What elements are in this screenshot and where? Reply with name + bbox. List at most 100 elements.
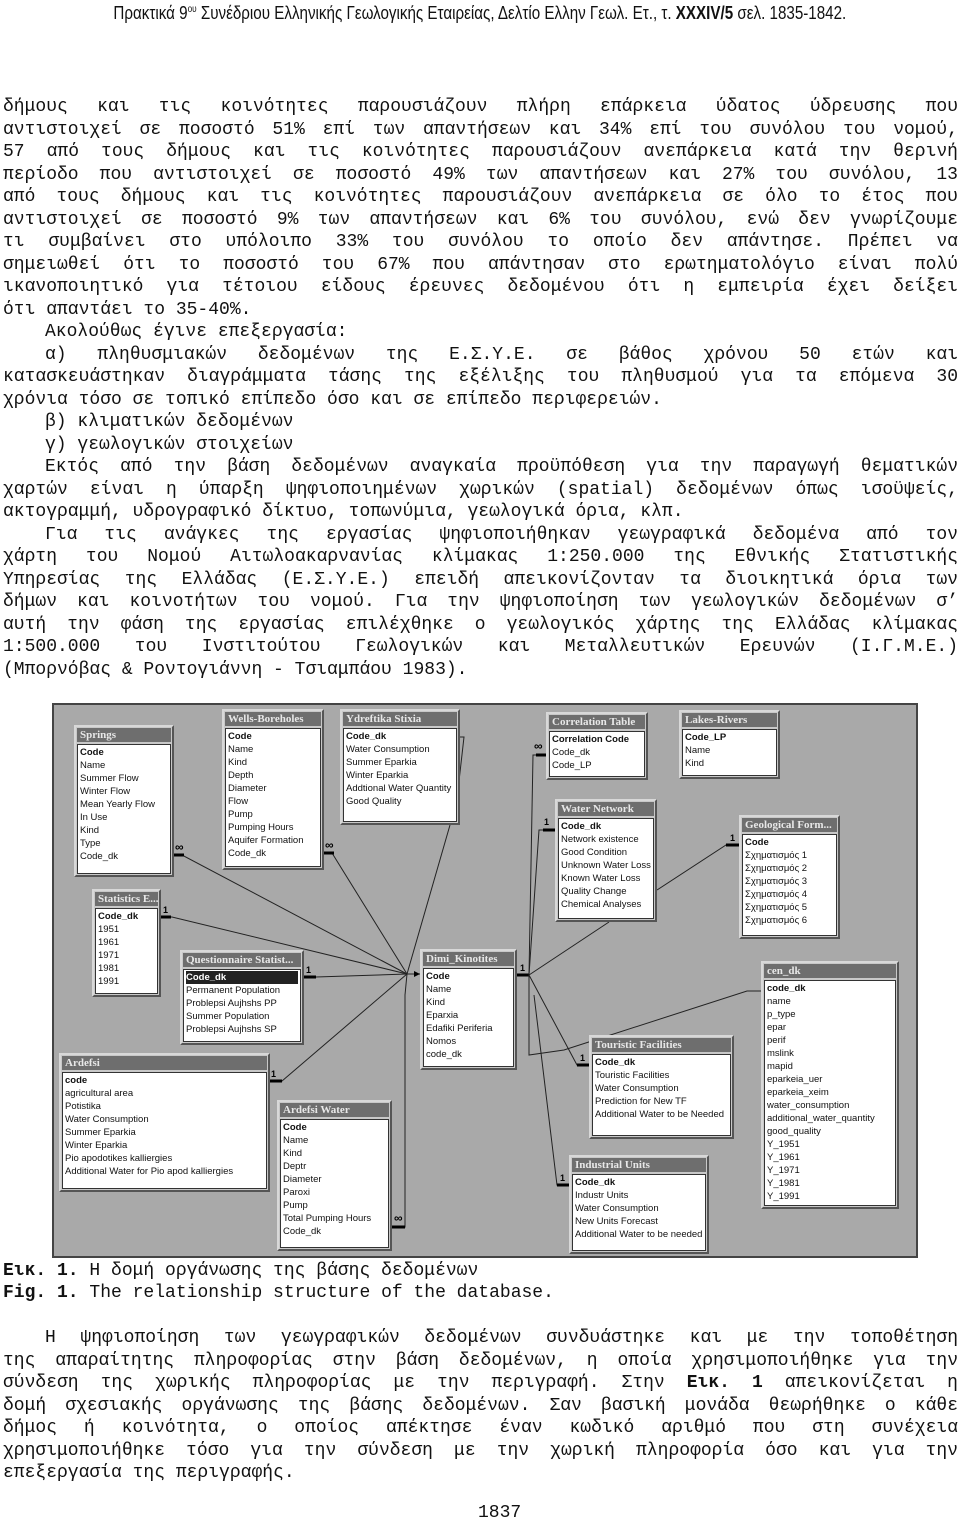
field[interactable]: Kind — [426, 996, 511, 1009]
field[interactable]: Nomos — [426, 1035, 511, 1048]
table-dimi-kinotites[interactable]: Dimi_Kinotites Code Name Kind Eparxia Edafiki… — [420, 949, 517, 1070]
table-statistics-e[interactable]: Statistics E... Code_dk 1951 1961 1971 1981 19… — [92, 889, 161, 997]
field[interactable]: Summer Eparkia — [346, 756, 454, 769]
field[interactable]: Network existence — [561, 833, 651, 846]
field[interactable]: Additional Water to be needed — [575, 1228, 703, 1241]
field[interactable]: Mean Yearly Flow — [80, 798, 168, 811]
field[interactable]: Good Condition — [561, 846, 651, 859]
primary-key-field[interactable]: Code — [283, 1121, 386, 1134]
table-springs[interactable]: Springs Code Name Summer Flow Winter Flow Mea… — [74, 725, 174, 877]
table-industrial-units[interactable]: Industrial Units Code_dk Industr Units Wate… — [569, 1155, 709, 1254]
field[interactable]: Name — [283, 1134, 386, 1147]
field[interactable]: Water Consumption — [65, 1113, 264, 1126]
table-title[interactable]: Geological Form... — [742, 818, 837, 832]
primary-key-field[interactable]: Code_dk — [346, 730, 454, 743]
primary-key-field[interactable]: Code_LP — [685, 731, 774, 744]
field[interactable]: Y_1961 — [767, 1151, 893, 1164]
table-ardefsi-water[interactable]: Ardefsi Water Code Name Kind Deptr Diameter Pa… — [277, 1100, 392, 1251]
field[interactable]: Potistika — [65, 1100, 264, 1113]
field[interactable]: Σχηματισμός 1 — [745, 849, 834, 862]
field[interactable]: Eparxia — [426, 1009, 511, 1022]
field[interactable]: Code_dk — [228, 847, 318, 860]
field[interactable]: Diameter — [228, 782, 318, 795]
field[interactable]: In Use — [80, 811, 168, 824]
primary-key-field[interactable]: code — [65, 1074, 264, 1087]
field[interactable]: Addtional Water Quantity — [346, 782, 454, 795]
field[interactable]: Summer Eparkia — [65, 1126, 264, 1139]
table-title[interactable]: Correlation Table — [549, 715, 645, 729]
primary-key-field[interactable]: Code — [426, 970, 511, 983]
primary-key-field[interactable]: Code_dk — [561, 820, 651, 833]
field[interactable]: water_consumption — [767, 1099, 893, 1112]
table-cen-dk[interactable]: cen_dk code_dk name p_type epar perif mslink ma… — [761, 961, 899, 1209]
field[interactable]: Kind — [80, 824, 168, 837]
table-title[interactable]: Statistics E... — [95, 892, 158, 906]
table-title[interactable]: Wells-Boreholes — [225, 712, 321, 726]
field[interactable]: Pio apodotikes kalliergies — [65, 1152, 264, 1165]
field[interactable]: name — [767, 995, 893, 1008]
field[interactable]: Σχηματισμός 6 — [745, 914, 834, 927]
table-ydreftika-stixia[interactable]: Ydreftika Stixia Code_dk Water Consumption… — [340, 709, 460, 825]
primary-key-field[interactable]: Code_dk — [186, 971, 298, 984]
table-title[interactable]: Questionnaire Statist... — [183, 953, 301, 967]
field[interactable]: Y_1981 — [767, 1177, 893, 1190]
field[interactable]: Type — [80, 837, 168, 850]
table-title[interactable]: Springs — [77, 728, 171, 742]
field[interactable]: Problepsi Aujhshs PP — [186, 997, 298, 1010]
field[interactable]: Total Pumping Hours — [283, 1212, 386, 1225]
field[interactable]: Water Consumption — [595, 1082, 728, 1095]
table-water-network[interactable]: Water Network Code_dk Network existence Goo… — [555, 799, 657, 922]
field[interactable]: eparkeia_uer — [767, 1073, 893, 1086]
primary-key-field[interactable]: Code_dk — [595, 1056, 728, 1069]
table-title[interactable]: Ydreftika Stixia — [343, 712, 457, 726]
field[interactable]: Winter Flow — [80, 785, 168, 798]
field[interactable]: Y_1951 — [767, 1138, 893, 1151]
table-ardefsi[interactable]: Ardefsi code agricultural area Potistika Wat… — [59, 1053, 270, 1192]
table-correlation-table[interactable]: Correlation Table Correlation Code Code_dk… — [546, 712, 648, 780]
field[interactable]: 1961 — [98, 936, 155, 949]
field[interactable]: Pumping Hours — [228, 821, 318, 834]
field[interactable]: Permanent Population — [186, 984, 298, 997]
field[interactable]: Name — [80, 759, 168, 772]
field[interactable]: epar — [767, 1021, 893, 1034]
field[interactable]: New Units Forecast — [575, 1215, 703, 1228]
field[interactable]: Known Water Loss — [561, 872, 651, 885]
field[interactable]: Edafiki Periferia — [426, 1022, 511, 1035]
field[interactable]: Name — [426, 983, 511, 996]
field[interactable]: Code_LP — [552, 759, 642, 772]
field[interactable]: Code_dk — [80, 850, 168, 863]
field[interactable]: Y_1991 — [767, 1190, 893, 1203]
field[interactable]: code_dk — [426, 1048, 511, 1061]
field[interactable]: agricultural area — [65, 1087, 264, 1100]
primary-key-field[interactable]: Correlation Code — [552, 733, 642, 746]
field[interactable]: Diameter — [283, 1173, 386, 1186]
table-title[interactable]: Ardefsi Water — [280, 1103, 389, 1117]
field[interactable]: Prediction for New TF — [595, 1095, 728, 1108]
primary-key-field[interactable]: Code_dk — [98, 910, 155, 923]
field[interactable]: Unknown Water Loss — [561, 859, 651, 872]
field[interactable]: mapid — [767, 1060, 893, 1073]
field[interactable]: 1981 — [98, 962, 155, 975]
field[interactable]: mslink — [767, 1047, 893, 1060]
field[interactable]: Industr Units — [575, 1189, 703, 1202]
field[interactable]: 1971 — [98, 949, 155, 962]
field[interactable]: Kind — [228, 756, 318, 769]
table-lakes-rivers[interactable]: Lakes-Rivers Code_LP Name Kind — [679, 710, 780, 779]
field[interactable]: Touristic Facilities — [595, 1069, 728, 1082]
field[interactable]: Name — [685, 744, 774, 757]
field[interactable]: good_quality — [767, 1125, 893, 1138]
field[interactable]: Additional Water to be Needed — [595, 1108, 728, 1121]
table-title[interactable]: cen_dk — [764, 964, 896, 978]
field[interactable]: Σχηματισμός 3 — [745, 875, 834, 888]
field[interactable]: Pump — [283, 1199, 386, 1212]
field[interactable]: Chemical Analyses — [561, 898, 651, 911]
field[interactable]: Kind — [685, 757, 774, 770]
field[interactable]: Pump — [228, 808, 318, 821]
field[interactable]: Additional Water for Pio apod kalliergie… — [65, 1165, 264, 1178]
field[interactable]: Quality Change — [561, 885, 651, 898]
field[interactable]: perif — [767, 1034, 893, 1047]
field[interactable]: p_type — [767, 1008, 893, 1021]
primary-key-field[interactable]: code_dk — [767, 982, 893, 995]
field[interactable]: Y_1971 — [767, 1164, 893, 1177]
field[interactable]: Code_dk — [283, 1225, 386, 1238]
